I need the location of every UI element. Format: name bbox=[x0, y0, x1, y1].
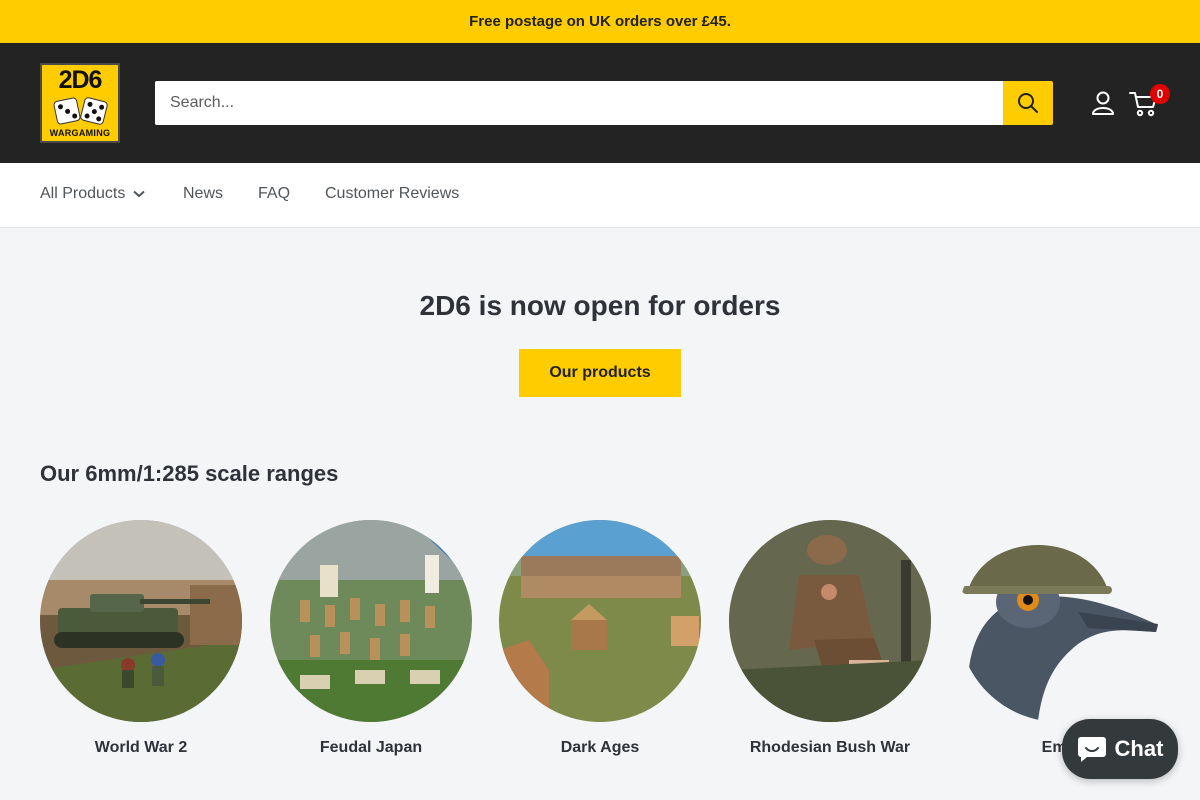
logo-top-text: 2D6 bbox=[58, 66, 103, 94]
logo[interactable]: 2D6 WARGAMING bbox=[40, 63, 120, 143]
our-products-button[interactable]: Our products bbox=[519, 349, 681, 397]
nav-item-customer-reviews[interactable]: Customer Reviews bbox=[325, 185, 459, 203]
chat-label: Chat bbox=[1114, 736, 1164, 761]
collection-label: Rhodesian Bush War bbox=[749, 739, 911, 756]
collection-label: Dark Ages bbox=[560, 739, 640, 756]
logo-bottom-text: WARGAMING bbox=[49, 128, 111, 138]
collection-label: World War 2 bbox=[94, 739, 188, 756]
collection-label: Feudal Japan bbox=[319, 739, 423, 756]
ranges-title: Our 6mm/1:285 scale ranges bbox=[40, 461, 339, 486]
account-icon[interactable] bbox=[1090, 90, 1116, 116]
nav-label: FAQ bbox=[258, 185, 291, 202]
cart-count-badge: 0 bbox=[1150, 84, 1170, 104]
announcement-bar: Free postage on UK orders over £45. bbox=[0, 0, 1200, 43]
main-nav: All Products News FAQ Customer Reviews bbox=[0, 163, 1200, 228]
nav-item-news[interactable]: News bbox=[183, 185, 223, 203]
nav-item-faq[interactable]: FAQ bbox=[258, 185, 290, 203]
dark-ages-image bbox=[499, 520, 701, 722]
search-bar bbox=[155, 81, 1053, 125]
nav-label: All Products bbox=[40, 185, 126, 202]
nav-label: Customer Reviews bbox=[325, 185, 460, 202]
collection-dark-ages[interactable]: Dark Ages bbox=[499, 520, 701, 757]
search-icon bbox=[1018, 93, 1038, 113]
emu-image bbox=[958, 520, 1160, 722]
collection-feudal-japan[interactable]: Feudal Japan bbox=[270, 520, 472, 757]
feudal-japan-image bbox=[270, 520, 472, 722]
search-input[interactable] bbox=[155, 81, 1003, 125]
search-button[interactable] bbox=[1003, 81, 1053, 125]
nav-item-all-products[interactable]: All Products bbox=[40, 185, 146, 203]
chat-button[interactable]: Chat bbox=[1062, 719, 1178, 779]
announcement-text: Free postage on UK orders over £45. bbox=[469, 13, 731, 30]
chevron-down-icon bbox=[133, 190, 146, 198]
world-war-2-image bbox=[40, 520, 242, 722]
hero-title: 2D6 is now open for orders bbox=[419, 290, 781, 321]
rhodesian-bush-war-image bbox=[729, 520, 931, 722]
collection-rhodesian-bush-war[interactable]: Rhodesian Bush War bbox=[729, 520, 931, 757]
dice-icon bbox=[52, 95, 109, 126]
chat-bubble-icon bbox=[1077, 737, 1106, 762]
collection-world-war-2[interactable]: World War 2 bbox=[40, 520, 242, 757]
nav-label: News bbox=[183, 185, 224, 202]
site-header: 2D6 WARGAMING 0 bbox=[0, 43, 1200, 163]
